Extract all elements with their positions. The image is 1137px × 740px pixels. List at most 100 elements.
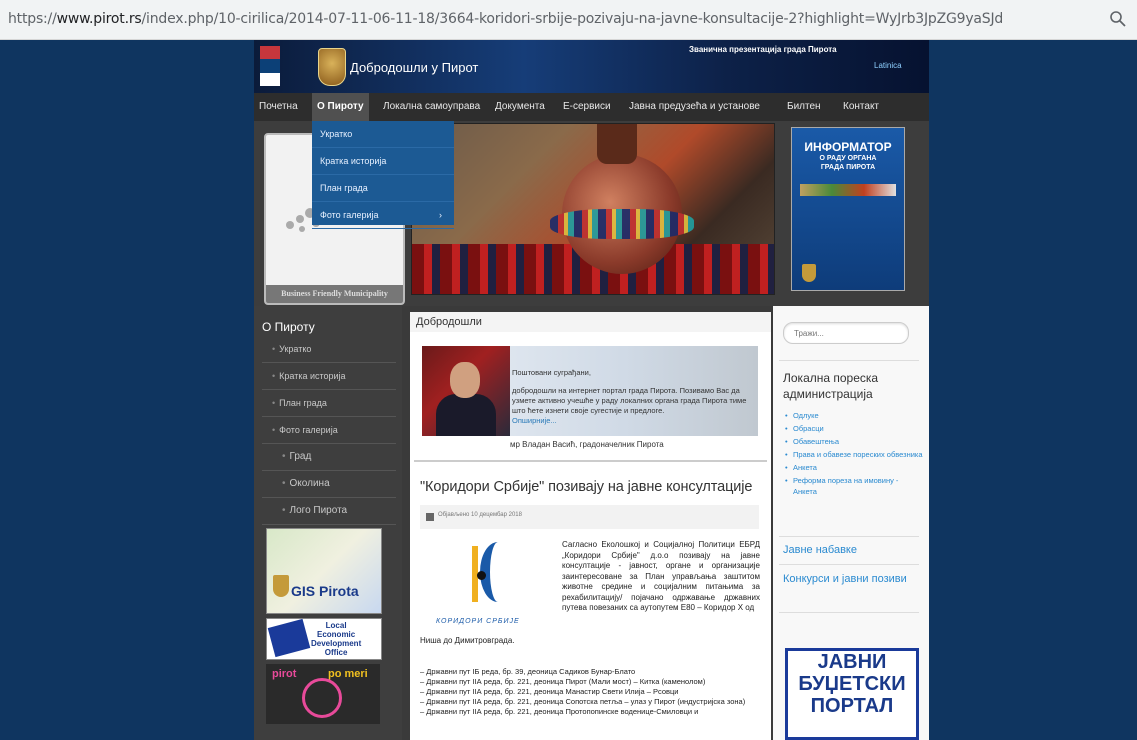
competitions-link[interactable]: Конкурси и јавни позиви xyxy=(783,572,923,587)
ledo-text: Local Economic Development Office xyxy=(311,621,361,657)
nav-item-bulletin[interactable]: Билтен xyxy=(782,93,826,121)
dropdown-item-city-plan[interactable]: План града xyxy=(312,175,454,202)
left-sidebar: О Пироту • Укратко • Кратка историја • План… xyxy=(254,306,402,740)
left-menu-item-history[interactable]: • Кратка историја xyxy=(262,363,396,390)
left-submenu-label: Лого Пирота xyxy=(289,505,348,516)
serbian-flag-icon xyxy=(260,46,280,86)
informator-title: ИНФОРМАТОР xyxy=(804,140,892,154)
pirot-word: pirot xyxy=(272,668,297,680)
nav-item-documents[interactable]: Документа xyxy=(490,93,550,121)
eu-map-icon xyxy=(267,618,311,658)
nav-item-home[interactable]: Почетна xyxy=(254,93,303,121)
informator-subtitle-2: ГРАДА ПИРОТА xyxy=(820,164,876,171)
tax-link-forms[interactable]: Обрасци xyxy=(785,423,923,434)
url-host: www.pirot.rs xyxy=(56,11,142,27)
bfm-caption: Business Friendly Municipality xyxy=(266,285,403,303)
list-item: – Државни пут IIА реда, бр. 221, деоница… xyxy=(420,707,699,716)
left-menu: • Укратко • Кратка историја • План града • Ф… xyxy=(262,336,396,525)
left-submenu-item-logo[interactable]: • Лого Пирота xyxy=(262,498,396,525)
logo-name: КОРИДОРИ СРБИЈЕ xyxy=(436,618,520,625)
ledo-line: Economic xyxy=(317,630,356,639)
ledo-line: Office xyxy=(324,648,348,657)
left-banners: GIS Pirota Local Economic Development Of… xyxy=(266,528,394,724)
tax-link-notices[interactable]: Обавештења xyxy=(785,436,923,447)
dropdown-item-history[interactable]: Кратка историја xyxy=(312,148,454,175)
budget-line: БУЏЕТСКИ xyxy=(798,673,906,695)
divider xyxy=(779,564,919,565)
main-nav: Почетна О Пироту Локална самоуправа Доку… xyxy=(254,93,929,121)
nav-item-local-government[interactable]: Локална самоуправа xyxy=(378,93,485,121)
mayor-welcome-box: Поштовани суграђани, добродошли на интер… xyxy=(422,346,758,449)
divider xyxy=(414,460,767,462)
gis-label: GIS Pirota xyxy=(291,583,359,599)
nav-item-public-companies[interactable]: Јавна предузећа и установе xyxy=(624,93,765,121)
mayor-signature: мр Владан Васић, градоначелник Пирота xyxy=(510,440,664,449)
coat-of-arms-icon xyxy=(318,48,346,86)
latinica-link[interactable]: Latinica xyxy=(874,61,902,70)
dropdown-item-summary[interactable]: Укратко xyxy=(312,121,454,148)
article-meta-bar: Објављено 10 децембар 2018 xyxy=(420,505,759,529)
address-bar[interactable]: https://www.pirot.rs/index.php/10-cirili… xyxy=(0,0,1137,40)
article-date: Објављено 10 децембар 2018 xyxy=(438,512,522,518)
url-text[interactable]: https://www.pirot.rs/index.php/10-cirili… xyxy=(8,11,1003,27)
budget-line: ПОРТАЛ xyxy=(810,695,894,717)
list-item: – Државни пут IIА реда, бр. 221, деоница… xyxy=(420,687,679,696)
tax-link-decisions[interactable]: Одлуке xyxy=(785,410,923,421)
mayor-text: Поштовани суграђани, добродошли на интер… xyxy=(512,368,752,426)
informator-subtitle-1: О РАДУ ОРГАНА xyxy=(819,155,877,162)
budget-portal-banner[interactable]: ЈАВНИ БУЏЕТСКИ ПОРТАЛ xyxy=(785,648,919,740)
left-menu-label: Кратка историја xyxy=(279,371,346,381)
tax-link-survey[interactable]: Анкета xyxy=(785,462,923,473)
budget-line: ЈАВНИ xyxy=(817,651,887,673)
nav-item-about-pirot[interactable]: О Пироту xyxy=(312,93,369,121)
ledo-banner[interactable]: Local Economic Development Office xyxy=(266,618,382,660)
left-submenu-label: Околина xyxy=(289,478,330,489)
tax-link-rights[interactable]: Права и обавезе пореских обвезника xyxy=(785,449,923,460)
left-submenu-item-city[interactable]: • Град xyxy=(262,444,396,471)
welcome-title: Добродошли xyxy=(416,316,482,328)
about-dropdown-menu: Укратко Кратка историја План града Фото … xyxy=(312,121,454,229)
tax-admin-heading: Локална пореска администрација xyxy=(783,371,879,401)
url-path: /index.php/10-cirilica/2014-07-11-06-11-… xyxy=(141,11,1004,27)
crest-icon xyxy=(273,575,289,597)
site-welcome-title: Добродошли у Пирот xyxy=(350,60,479,75)
search-input[interactable] xyxy=(792,328,906,339)
mayor-greeting: Поштовани суграђани, xyxy=(512,368,591,377)
gis-pirota-banner[interactable]: GIS Pirota xyxy=(266,528,382,614)
informator-banner[interactable]: ИНФОРМАТОР О РАДУ ОРГАНА ГРАДА ПИРОТА xyxy=(791,127,905,291)
dropdown-item-label: Фото галерија xyxy=(320,210,379,220)
hero-photo-pottery xyxy=(411,123,775,295)
dropdown-item-photo-gallery[interactable]: Фото галерија › xyxy=(312,202,454,229)
main-content: Добродошли Поштовани суграђани, добродош… xyxy=(410,312,771,740)
pirot-po-meri-banner[interactable]: pirot po meri xyxy=(266,664,380,724)
public-procurement-link[interactable]: Јавне набавке xyxy=(783,544,857,556)
official-presentation-text: Званична презентација града Пирота xyxy=(689,45,837,54)
nav-item-e-services[interactable]: Е-сервиси xyxy=(558,93,616,121)
welcome-header: Добродошли xyxy=(410,312,771,332)
road-list: – Државни пут IБ реда, бр. 39, деоница С… xyxy=(420,667,762,717)
read-more-link[interactable]: Опширније... xyxy=(512,416,752,426)
left-submenu-item-surroundings[interactable]: • Околина xyxy=(262,471,396,498)
mayor-message: добродошли на интернет портал града Пиро… xyxy=(512,386,747,415)
calendar-icon xyxy=(426,513,434,521)
tax-links: Одлуке Обрасци Обавештења Права и обавез… xyxy=(785,410,923,499)
left-menu-item-photo-gallery[interactable]: • Фото галерија xyxy=(262,417,396,444)
article-title[interactable]: "Коридори Србије" позивају на јавне конс… xyxy=(420,479,752,495)
right-sidebar: Локална пореска администрација Одлуке Об… xyxy=(773,306,929,740)
crest-icon xyxy=(802,264,816,282)
left-menu-item-summary[interactable]: • Укратко xyxy=(262,336,396,363)
nav-item-contact[interactable]: Контакт xyxy=(838,93,884,121)
left-sidebar-heading: О Пироту xyxy=(262,320,315,334)
divider xyxy=(779,536,919,537)
left-menu-item-city-plan[interactable]: • План града xyxy=(262,390,396,417)
list-item: – Државни пут IБ реда, бр. 39, деоница С… xyxy=(420,667,636,676)
tax-link-reform[interactable]: Реформа пореза на имовину - Анкета xyxy=(785,475,923,497)
left-menu-label: План града xyxy=(279,398,327,408)
url-prefix: https:// xyxy=(8,11,57,27)
smiley-icon xyxy=(302,678,342,718)
zoom-icon[interactable] xyxy=(1109,10,1127,28)
site-container: Добродошли у Пирот Званична презентација… xyxy=(254,40,929,740)
chevron-right-icon: › xyxy=(439,210,442,220)
koridori-srbije-logo: КОРИДОРИ СРБИЈЕ xyxy=(422,538,542,636)
ledo-line: Development xyxy=(311,639,362,648)
